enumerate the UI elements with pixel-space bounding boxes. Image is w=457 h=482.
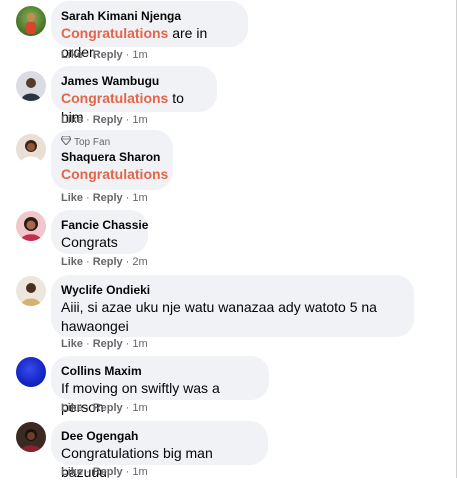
reply-link[interactable]: Reply xyxy=(93,402,123,414)
comment-time[interactable]: 1m xyxy=(132,49,147,61)
comment-author[interactable]: Fancie Chassie xyxy=(61,217,148,233)
comment-bubble: Dee Ogengah Congratulations big man bazu… xyxy=(51,421,268,480)
comment-actions: Like · Reply · 1m xyxy=(61,192,148,204)
avatar[interactable] xyxy=(16,357,46,387)
reply-link[interactable]: Reply xyxy=(93,338,123,350)
comment-bubble: Wyclife Ondieki Aiii, si azae uku nje wa… xyxy=(51,275,414,337)
reply-link[interactable]: Reply xyxy=(93,49,123,61)
comment-author[interactable]: Dee Ogengah xyxy=(61,428,258,444)
comment-time[interactable]: 1m xyxy=(132,338,147,350)
comment-bubble: James Wambugu Congratulations to him xyxy=(51,66,217,125)
avatar[interactable] xyxy=(16,276,46,306)
comment-bubble: Collins Maxim If moving on swiftly was a… xyxy=(51,356,269,415)
comment-time[interactable]: 1m xyxy=(132,402,147,414)
comment-author[interactable]: Collins Maxim xyxy=(61,363,259,379)
comment-time[interactable]: 1m xyxy=(132,466,147,478)
comment-bubble: Sarah Kimani Njenga Congratulations are … xyxy=(51,1,248,60)
comment-mention[interactable]: Congratulations xyxy=(61,90,168,106)
reply-link[interactable]: Reply xyxy=(93,114,123,126)
diamond-icon xyxy=(60,135,72,149)
comment-actions: Like · Reply · 1m xyxy=(61,466,148,478)
top-fan-label: Top Fan xyxy=(74,137,111,148)
avatar[interactable] xyxy=(16,134,46,164)
comment-actions: Like · Reply · 1m xyxy=(61,402,148,414)
avatar[interactable] xyxy=(16,6,46,36)
like-link[interactable]: Like xyxy=(61,192,83,204)
comment-mention[interactable]: Congratulations xyxy=(61,166,168,182)
like-link[interactable]: Like xyxy=(61,114,83,126)
comment-author[interactable]: Wyclife Ondieki xyxy=(61,282,404,298)
avatar[interactable] xyxy=(16,422,46,452)
comment-author[interactable]: Shaquera Sharon xyxy=(61,149,163,165)
comment-author[interactable]: Sarah Kimani Njenga xyxy=(61,8,238,24)
reply-link[interactable]: Reply xyxy=(93,256,123,268)
top-fan-badge: Top Fan xyxy=(60,135,163,149)
like-link[interactable]: Like xyxy=(61,49,83,61)
comment-actions: Like · Reply · 2m xyxy=(61,256,148,268)
reply-link[interactable]: Reply xyxy=(93,192,123,204)
comment-bubble: Fancie Chassie Congrats xyxy=(51,210,148,254)
comment-time[interactable]: 1m xyxy=(132,114,147,126)
comment-actions: Like · Reply · 1m xyxy=(61,49,148,61)
like-link[interactable]: Like xyxy=(61,338,83,350)
comment-text: Aiii, si azae uku nje watu wanazaa ady w… xyxy=(61,299,377,334)
like-link[interactable]: Like xyxy=(61,402,83,414)
like-link[interactable]: Like xyxy=(61,466,83,478)
comment-time[interactable]: 1m xyxy=(132,192,147,204)
comment-actions: Like · Reply · 1m xyxy=(61,338,148,350)
comment-actions: Like · Reply · 1m xyxy=(61,114,148,126)
comment-text: Congrats xyxy=(61,234,118,250)
avatar[interactable] xyxy=(16,71,46,101)
comment-author[interactable]: James Wambugu xyxy=(61,73,207,89)
comment-mention[interactable]: Congratulations xyxy=(61,25,168,41)
reply-link[interactable]: Reply xyxy=(93,466,123,478)
comment-time[interactable]: 2m xyxy=(132,256,147,268)
comment-text: Congratulations xyxy=(61,165,168,184)
avatar[interactable] xyxy=(16,211,46,241)
comment-bubble: Top Fan Shaquera Sharon Congratulations xyxy=(51,130,173,190)
like-link[interactable]: Like xyxy=(61,256,83,268)
